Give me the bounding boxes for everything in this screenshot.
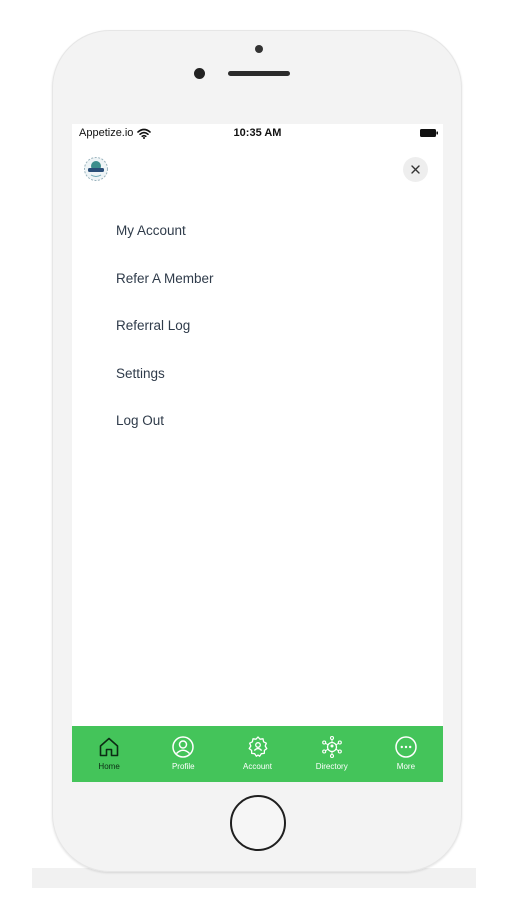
home-button[interactable] bbox=[230, 795, 286, 851]
app-logo-icon bbox=[84, 157, 108, 181]
more-icon bbox=[395, 736, 417, 758]
close-icon bbox=[411, 165, 420, 174]
tab-more-label: More bbox=[396, 762, 416, 771]
battery-icon bbox=[420, 129, 438, 137]
tab-account-label: Account bbox=[243, 762, 272, 771]
side-menu: My Account Refer A Member Referral Log S… bbox=[116, 219, 214, 457]
menu-item-my-account[interactable]: My Account bbox=[116, 219, 214, 267]
home-icon bbox=[99, 737, 119, 757]
tab-directory-label: Directory bbox=[315, 762, 348, 771]
bottom-tab-bar: Home Profile Account Directory More bbox=[72, 726, 443, 782]
tab-profile-label: Profile bbox=[171, 762, 195, 771]
tab-home[interactable]: Home bbox=[72, 726, 146, 782]
status-time: 10:35 AM bbox=[233, 127, 282, 139]
earpiece-speaker bbox=[228, 71, 290, 76]
menu-item-refer-a-member[interactable]: Refer A Member bbox=[116, 267, 214, 315]
close-button[interactable] bbox=[403, 157, 428, 182]
tab-profile[interactable]: Profile bbox=[146, 726, 220, 782]
proximity-sensor bbox=[255, 45, 263, 53]
menu-item-referral-log[interactable]: Referral Log bbox=[116, 314, 214, 362]
directory-icon bbox=[321, 735, 342, 759]
tab-account[interactable]: Account bbox=[220, 726, 294, 782]
tab-more[interactable]: More bbox=[369, 726, 443, 782]
status-bar: Appetize.io 10:35 AM bbox=[72, 124, 443, 144]
tab-directory[interactable]: Directory bbox=[295, 726, 369, 782]
account-icon bbox=[248, 736, 267, 757]
app-screen: Appetize.io 10:35 AM My Account Refer A … bbox=[72, 124, 443, 782]
tab-home-label: Home bbox=[98, 762, 120, 771]
menu-item-settings[interactable]: Settings bbox=[116, 362, 214, 410]
profile-icon bbox=[172, 736, 195, 758]
front-camera bbox=[194, 68, 205, 79]
menu-item-log-out[interactable]: Log Out bbox=[116, 409, 214, 457]
